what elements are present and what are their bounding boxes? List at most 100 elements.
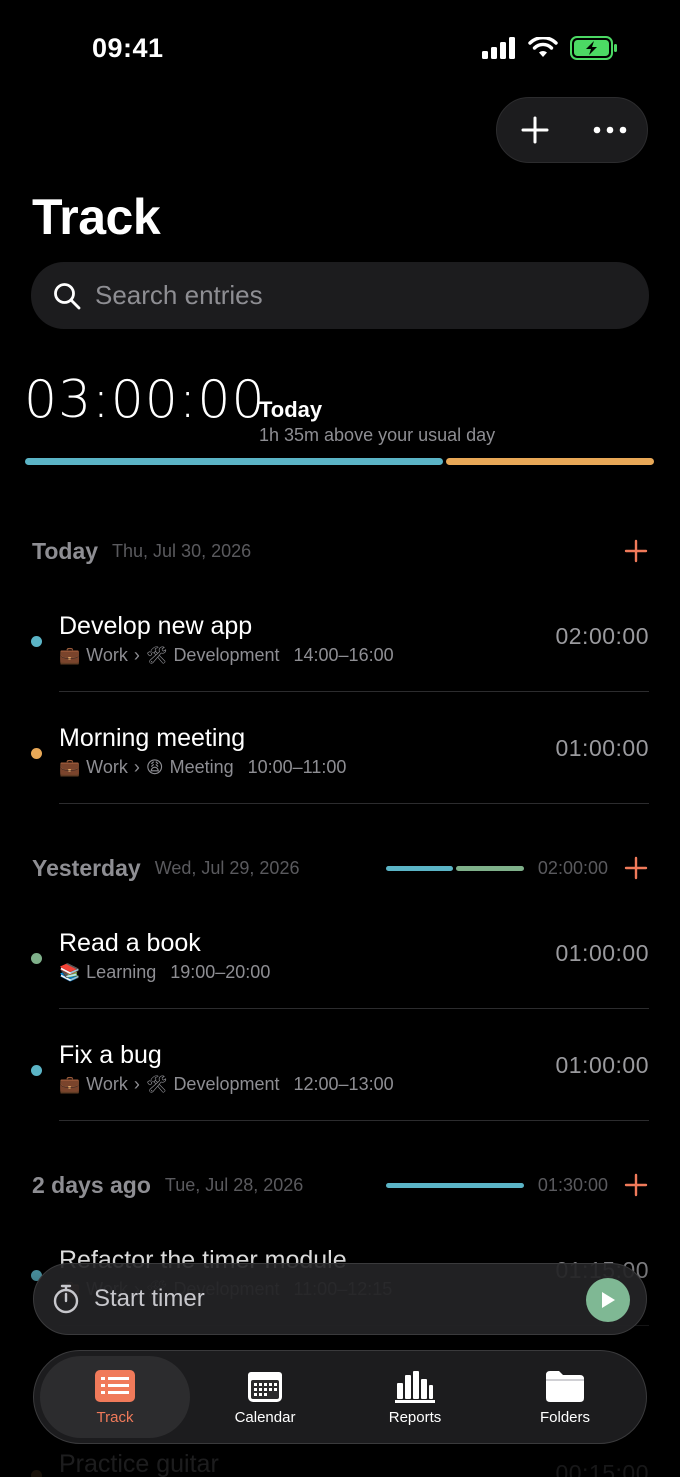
section-mini-bar (385, 865, 524, 871)
category-label: Work (86, 757, 128, 777)
status-icons (482, 36, 618, 65)
section-header: Today Thu, Jul 30, 2026 (32, 531, 650, 571)
section-right: 01:30:00 (385, 1171, 650, 1199)
battery-icon (570, 36, 618, 65)
entry-duration: 01:00:00 (555, 735, 649, 761)
time-entry[interactable]: Develop new app 💼 Work › 🛠 Development 14:00–1… (0, 577, 680, 692)
today-total: 03:00:00 (24, 370, 266, 430)
tab-label: Track (96, 1408, 134, 1426)
section-mini-bar (385, 1182, 524, 1188)
time-entry[interactable]: Fix a bug 💼 Work › 🛠 Development 12:00–13:00 01… (0, 1006, 680, 1121)
signal-icon (482, 37, 516, 64)
time-entry[interactable]: Read a book 📚 Learning 19:00–20:00 01:00:00 (0, 894, 680, 1009)
wifi-icon (528, 36, 558, 64)
add-to-day-button[interactable] (622, 1171, 650, 1199)
progress-segment (445, 458, 654, 465)
subcategory-label: Development (173, 1074, 280, 1094)
category-dot (31, 1065, 42, 1076)
time-entry[interactable]: Morning meeting 💼 Work › 😩 Meeting 10:00–11:00… (0, 689, 680, 804)
bar-chart-icon (395, 1370, 435, 1403)
category-label: Work (86, 1074, 128, 1094)
progress-segment (385, 1182, 524, 1188)
time-range: 10:00–11:00 (247, 757, 347, 777)
plus-icon (624, 1173, 648, 1197)
more-icon (593, 126, 626, 134)
section-header: Yesterday Wed, Jul 29, 2026 02:00:00 (32, 848, 650, 888)
status-time: 09:41 (92, 33, 164, 63)
section-title: Yesterday (32, 854, 141, 881)
time-range: 12:00–13:00 (293, 1074, 394, 1094)
entry-meta: 📚 Learning 19:00–20:00 (59, 962, 270, 983)
entry-duration: 01:00:00 (555, 940, 649, 966)
entry-meta: 💼 Work › 🛠 Development 14:00–16:00 (59, 645, 394, 666)
subcategory-label: Development (173, 645, 280, 665)
category-emoji: 💼 (59, 1074, 81, 1094)
entry-title: Fix a bug (59, 1041, 162, 1069)
add-to-day-button[interactable] (622, 854, 650, 882)
divider (59, 803, 649, 804)
page-title: Track (32, 189, 161, 245)
search-input[interactable]: Search entries (31, 262, 649, 329)
plus-icon (624, 856, 648, 880)
entry-meta: 💼 Work › 🛠 Development 12:00–13:00 (59, 1074, 394, 1095)
tab-bar: Track Calendar Reports Folders (33, 1350, 647, 1444)
tab-label: Folders (539, 1408, 591, 1426)
more-button[interactable] (580, 100, 640, 160)
tab-folders[interactable]: Folders (490, 1356, 640, 1438)
stopwatch-icon (53, 1284, 79, 1314)
category-label: Work (86, 645, 128, 665)
section-total: 01:30:00 (537, 1174, 608, 1195)
top-actions (496, 97, 648, 163)
add-entry-button[interactable] (505, 100, 565, 160)
entry-title: Morning meeting (59, 724, 246, 752)
subcategory-emoji: 😩 (145, 757, 164, 777)
time-range: 19:00–20:00 (170, 962, 271, 982)
calendar-icon (248, 1371, 282, 1402)
subcategory-emoji: 🛠 (145, 645, 168, 665)
plus-icon (624, 539, 648, 563)
section-title: 2 days ago (32, 1171, 151, 1198)
entry-title: Read a book (59, 929, 201, 957)
tab-reports[interactable]: Reports (340, 1356, 490, 1438)
play-button[interactable] (586, 1278, 630, 1322)
time-range: 14:00–16:00 (293, 645, 394, 665)
category-emoji: 💼 (59, 645, 81, 665)
entry-title: Develop new app (59, 612, 253, 640)
section-date: Tue, Jul 28, 2026 (164, 1174, 304, 1195)
status-bar: 09:41 (0, 0, 680, 100)
category-dot (31, 748, 42, 759)
category-emoji: 💼 (59, 757, 81, 777)
divider (59, 1120, 649, 1121)
entry-duration: 01:00:00 (555, 1052, 649, 1078)
section-date: Wed, Jul 29, 2026 (154, 857, 300, 878)
list-icon (95, 1369, 135, 1402)
tab-calendar[interactable]: Calendar (190, 1356, 340, 1438)
entry-meta: 💼 Work › 😩 Meeting 10:00–11:00 (59, 757, 346, 778)
today-progress-bar (25, 458, 654, 465)
start-timer-label: Start timer (94, 1285, 205, 1312)
tab-label: Calendar (234, 1408, 296, 1426)
subcategory-emoji: 🛠 (145, 1074, 168, 1094)
section-total: 02:00:00 (537, 857, 608, 878)
search-icon (54, 282, 81, 309)
progress-segment (456, 865, 524, 871)
plus-icon (521, 116, 548, 144)
chevron-right-icon: › (133, 645, 140, 665)
entry-duration: 02:00:00 (555, 623, 649, 649)
category-dot (31, 636, 42, 647)
today-label: Today (259, 397, 323, 422)
tab-track[interactable]: Track (40, 1356, 190, 1438)
section-right: 02:00:00 (385, 854, 650, 882)
section-header: 2 days ago Tue, Jul 28, 2026 01:30:00 (32, 1165, 650, 1205)
today-comparison: 1h 35m above your usual day (259, 425, 496, 445)
play-icon (602, 1292, 615, 1308)
category-dot (31, 953, 42, 964)
folder-icon (546, 1370, 584, 1402)
tab-label: Reports (388, 1408, 442, 1426)
start-timer-bar[interactable]: Start timer (33, 1263, 647, 1335)
chevron-right-icon: › (133, 1074, 140, 1094)
section-right (622, 537, 650, 565)
progress-segment (25, 458, 443, 465)
add-to-day-button[interactable] (622, 537, 650, 565)
section-date: Thu, Jul 30, 2026 (112, 540, 252, 561)
